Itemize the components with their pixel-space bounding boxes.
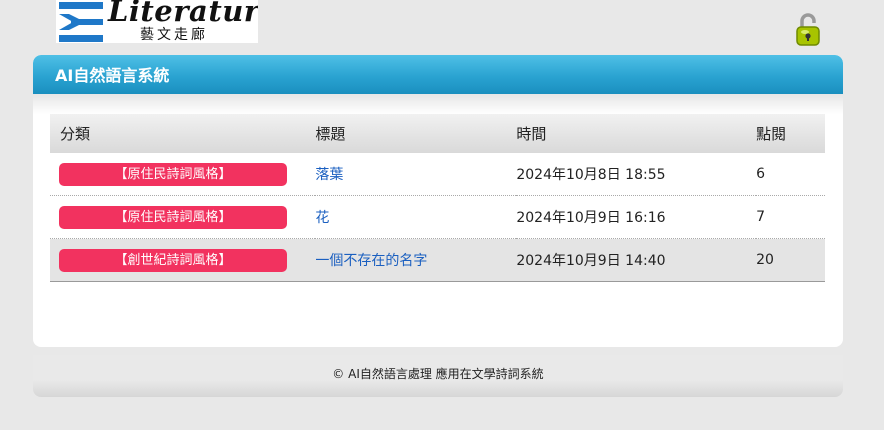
panel-title: AI自然語言系統 — [33, 55, 843, 94]
article-time: 2024年10月9日 16:16 — [516, 195, 757, 239]
table-row: 【原住民詩詞風格】 花 2024年10月9日 16:16 7 — [50, 195, 825, 239]
table-header-row: 分類 標題 時間 點閱 — [50, 114, 825, 153]
sigma-logo-icon — [59, 2, 103, 42]
column-header-category[interactable]: 分類 — [50, 114, 316, 153]
article-time: 2024年10月8日 18:55 — [516, 153, 757, 196]
article-views: 7 — [756, 195, 825, 239]
lock-icon[interactable] — [795, 12, 821, 46]
page-footer: © AI自然語言處理 應用在文學詩詞系統 — [33, 355, 843, 397]
article-views: 6 — [756, 153, 825, 196]
column-header-views[interactable]: 點閱 — [756, 114, 825, 153]
top-bar: Literature 藝文走廊 — [0, 0, 884, 50]
panel-shade — [33, 94, 843, 114]
category-badge[interactable]: 【原住民詩詞風格】 — [59, 162, 287, 186]
category-badge[interactable]: 【原住民詩詞風格】 — [59, 205, 287, 229]
logo-subtitle: 藝文走廊 — [140, 27, 208, 43]
table-row: 【原住民詩詞風格】 落葉 2024年10月8日 18:55 6 — [50, 153, 825, 196]
article-views: 20 — [756, 238, 825, 282]
category-badge[interactable]: 【創世紀詩詞風格】 — [59, 248, 287, 272]
article-title-link[interactable]: 一個不存在的名字 — [315, 253, 427, 269]
table-row: 【創世紀詩詞風格】 一個不存在的名字 2024年10月9日 14:40 20 — [50, 238, 825, 282]
article-title-link[interactable]: 花 — [315, 210, 329, 226]
site-logo[interactable]: Literature 藝文走廊 — [56, 0, 258, 43]
main-panel: AI自然語言系統 分類 標題 時間 點閱 【原住民詩詞風格】 落葉 2024年1… — [33, 55, 843, 347]
article-time: 2024年10月9日 14:40 — [516, 238, 757, 282]
article-table: 分類 標題 時間 點閱 【原住民詩詞風格】 落葉 2024年10月8日 18:5… — [50, 114, 825, 282]
column-header-time[interactable]: 時間 — [516, 114, 757, 153]
footer-copyright: © AI自然語言處理 應用在文學詩詞系統 — [332, 367, 544, 381]
column-header-title[interactable]: 標題 — [315, 114, 517, 153]
article-title-link[interactable]: 落葉 — [315, 167, 343, 183]
